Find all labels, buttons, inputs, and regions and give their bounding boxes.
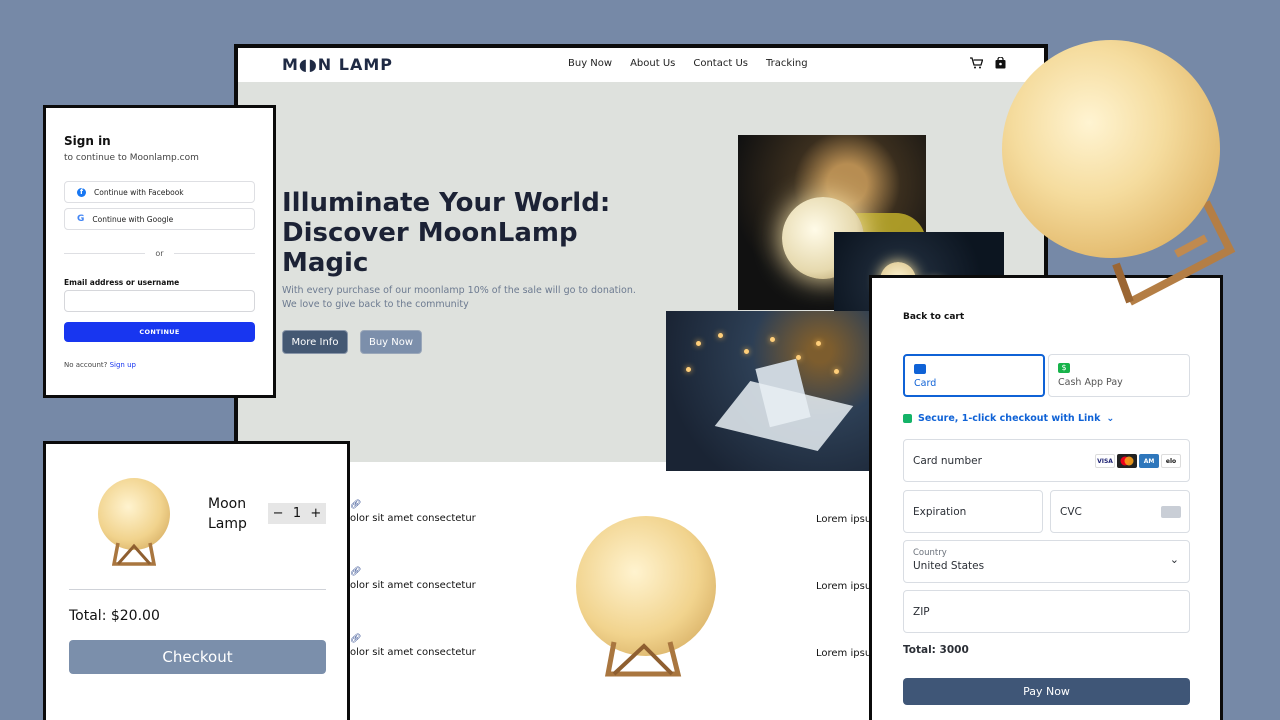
- pay-now-button[interactable]: Pay Now: [903, 678, 1190, 705]
- feature-item: Lorem ipsu: [816, 648, 872, 659]
- payment-total: Total: 3000: [903, 644, 969, 656]
- shopping-bag-icon[interactable]: [995, 57, 1006, 69]
- sign-up-link[interactable]: Sign up: [110, 361, 136, 369]
- back-to-cart-link[interactable]: Back to cart: [903, 312, 964, 322]
- payment-card: Back to cart Card $ Cash App Pay Secure,…: [869, 275, 1223, 720]
- facebook-icon: f: [77, 187, 86, 197]
- lamp-stand-image: [604, 641, 682, 677]
- hero-title: Illuminate Your World: Discover MoonLamp…: [282, 188, 611, 278]
- site-logo[interactable]: M◖◗N LAMP: [282, 55, 393, 74]
- cvc-field[interactable]: CVC: [1050, 490, 1190, 533]
- tab-cash-app-pay[interactable]: $ Cash App Pay: [1048, 354, 1190, 397]
- increase-quantity-button[interactable]: +: [310, 506, 321, 521]
- country-select[interactable]: Country United States ⌄: [903, 540, 1190, 583]
- quantity-value: 1: [292, 506, 302, 521]
- feature-item: 🔗︎ olor sit amet consectetur: [350, 500, 476, 524]
- feature-item: 🔗︎ olor sit amet consectetur: [350, 567, 476, 591]
- signin-title: Sign in: [64, 134, 111, 148]
- feature-item: Lorem ipsu: [816, 581, 872, 592]
- decrease-quantity-button[interactable]: −: [273, 506, 284, 521]
- continue-with-google-button[interactable]: G Continue with Google: [64, 208, 255, 230]
- lock-icon: [903, 414, 912, 423]
- cart-card: Moon Lamp − 1 + Total: $20.00 Checkout: [43, 441, 350, 720]
- zip-field[interactable]: ZIP: [903, 590, 1190, 633]
- mastercard-icon: [1117, 454, 1137, 468]
- cart-product-name: Moon Lamp: [208, 496, 247, 532]
- cvc-card-icon: [1161, 506, 1181, 518]
- cart-total: Total: $20.00: [69, 608, 160, 624]
- email-input[interactable]: [64, 290, 255, 312]
- chevron-down-icon: ⌄: [1169, 553, 1179, 566]
- google-icon: G: [77, 214, 85, 224]
- continue-button[interactable]: CONTINUE: [64, 322, 255, 342]
- link-icon: 🔗︎: [350, 634, 362, 644]
- photo-book-with-lights: [666, 311, 886, 471]
- nav-icons: [970, 57, 1006, 69]
- quantity-stepper: − 1 +: [268, 503, 326, 524]
- hero-subtitle: With every purchase of our moonlamp 10% …: [282, 285, 636, 310]
- card-brand-logos: VISA AM elo: [1095, 454, 1181, 468]
- nav-tracking[interactable]: Tracking: [766, 58, 808, 69]
- credit-card-icon: [914, 364, 926, 374]
- expiration-field[interactable]: Expiration: [903, 490, 1043, 533]
- more-info-button[interactable]: More Info: [282, 330, 348, 354]
- link-checkout[interactable]: Secure, 1-click checkout with Link ⌄: [903, 413, 1114, 424]
- email-label: Email address or username: [64, 278, 180, 287]
- product-moon-lamp-image: [576, 516, 716, 656]
- cart-icon[interactable]: [970, 57, 983, 69]
- cart-product-image: [98, 478, 170, 550]
- link-icon: 🔗︎: [350, 500, 362, 510]
- buy-now-button[interactable]: Buy Now: [360, 330, 422, 354]
- cart-lamp-stand-image: [112, 542, 156, 566]
- link-icon: 🔗︎: [350, 567, 362, 577]
- cart-divider: [69, 589, 326, 590]
- feature-item: 🔗︎ olor sit amet consectetur: [350, 634, 476, 658]
- feature-item: Lorem ipsu: [816, 514, 872, 525]
- site-navbar: M◖◗N LAMP Buy Now About Us Contact Us Tr…: [238, 48, 1044, 82]
- signin-subtitle: to continue to Moonlamp.com: [64, 153, 199, 163]
- card-number-field[interactable]: Card number VISA AM elo: [903, 439, 1190, 482]
- signin-card: Sign in to continue to Moonlamp.com f Co…: [43, 105, 276, 398]
- nav-contact-us[interactable]: Contact Us: [693, 58, 748, 69]
- cash-app-icon: $: [1058, 363, 1070, 373]
- elo-icon: elo: [1161, 454, 1181, 468]
- nav-buy-now[interactable]: Buy Now: [568, 58, 612, 69]
- amex-icon: AM: [1139, 454, 1159, 468]
- continue-with-facebook-button[interactable]: f Continue with Facebook: [64, 181, 255, 203]
- signup-prompt: No account? Sign up: [64, 361, 136, 369]
- big-moon-lamp-image: [1002, 40, 1220, 258]
- tab-card[interactable]: Card: [903, 354, 1045, 397]
- or-divider: or: [64, 249, 255, 258]
- nav-links: Buy Now About Us Contact Us Tracking: [568, 58, 808, 69]
- visa-icon: VISA: [1095, 454, 1115, 468]
- chevron-down-icon: ⌄: [1106, 413, 1115, 424]
- nav-about-us[interactable]: About Us: [630, 58, 675, 69]
- checkout-button[interactable]: Checkout: [69, 640, 326, 674]
